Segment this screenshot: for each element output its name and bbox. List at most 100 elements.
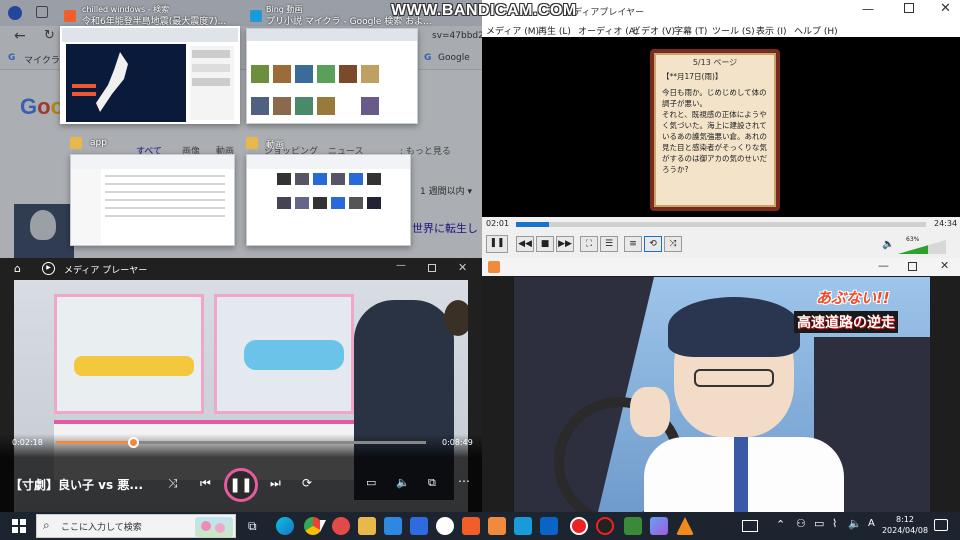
copilot-icon[interactable]: [650, 517, 668, 535]
windows-start-icon[interactable]: [12, 519, 26, 533]
brave-icon[interactable]: [462, 517, 480, 535]
menu-video[interactable]: ビデオ (V): [632, 24, 675, 37]
menu-media[interactable]: メディア (M): [486, 24, 539, 37]
file-explorer-icon[interactable]: [358, 517, 376, 535]
vlc-elapsed: 02:01: [486, 219, 510, 228]
pause-icon[interactable]: ❚❚: [224, 468, 258, 502]
clock-time: 8:12: [896, 515, 914, 524]
notification-icon[interactable]: [934, 519, 948, 531]
mail-icon[interactable]: [410, 517, 428, 535]
taskbar-search-box[interactable]: ⌕ ここに入力して検索: [36, 514, 236, 538]
task-view-icon[interactable]: ⧉: [248, 519, 257, 534]
previous-icon[interactable]: ⏮: [200, 476, 211, 491]
close-icon[interactable]: ✕: [940, 1, 951, 16]
maximize-icon[interactable]: [428, 264, 436, 272]
taskview-window-3[interactable]: [70, 154, 235, 246]
home-icon[interactable]: ⌂: [14, 262, 21, 275]
desktop: ← ↻ sv=47bbd2a G マイクラ G Google Goo すべて 画…: [0, 0, 960, 540]
speaker-icon[interactable]: 🔈: [882, 239, 894, 250]
next-icon[interactable]: ▶▶: [556, 236, 574, 252]
vlc-seekbar[interactable]: 02:01 24:34: [482, 217, 960, 231]
mp-seek-track[interactable]: [56, 437, 426, 448]
store-icon[interactable]: [384, 517, 402, 535]
recorder-icon[interactable]: [332, 517, 350, 535]
bandicam-watermark: WWW.BANDICAM.COM: [391, 2, 577, 19]
menu-tools[interactable]: ツール (S): [712, 24, 755, 37]
playlist-icon[interactable]: ≡: [624, 236, 642, 252]
pause-icon[interactable]: ❚❚: [486, 235, 508, 253]
chevron-up-icon[interactable]: ⌃: [776, 518, 785, 531]
captions-icon[interactable]: ▭: [366, 476, 376, 489]
more-options-icon[interactable]: ⋯: [458, 474, 470, 488]
miniplayer-icon[interactable]: ⧉: [428, 476, 436, 490]
loop-icon[interactable]: ⟲: [644, 236, 662, 252]
vlc-controls: ❚❚ ◀◀ ■ ▶▶ ⛶ ☰ ≡ ⟲ ⤨ 🔈 63%: [482, 231, 960, 258]
vlc-window: メディアプレイヤー — ✕ メディア (M) 再生 (L) オーディオ (A) …: [482, 0, 960, 258]
vlc-volume-label: 63%: [906, 236, 920, 243]
browser-window: ← ↻ sv=47bbd2a G マイクラ G Google Goo すべて 画…: [0, 0, 482, 258]
folder-icon: [246, 137, 258, 149]
maximize-icon[interactable]: [908, 262, 917, 271]
minimize-icon[interactable]: —: [862, 2, 874, 16]
taskview-title-4: 動画: [266, 141, 285, 151]
maximize-icon[interactable]: [904, 3, 914, 13]
vlc-video-area[interactable]: 5/13 ページ 【**月17日(雨)】 今日も雨か。じめじめして体の調子が悪い…: [482, 37, 960, 217]
screen-capture-icon[interactable]: [596, 517, 614, 535]
previous-icon[interactable]: ◀◀: [516, 236, 534, 252]
battery-icon[interactable]: ▭: [814, 517, 824, 530]
caption-title: 高速道路の逆走: [794, 311, 898, 333]
bing-icon: [250, 10, 262, 22]
close-icon[interactable]: ✕: [940, 259, 949, 272]
taskview-window-4[interactable]: [246, 154, 411, 246]
clock[interactable]: 8:12 2024/04/08: [880, 514, 930, 536]
vlc-icon[interactable]: [676, 517, 694, 535]
close-icon[interactable]: ✕: [458, 261, 467, 274]
network-icon[interactable]: ⌇: [832, 517, 837, 530]
stop-icon[interactable]: ■: [536, 236, 554, 252]
ime-indicator[interactable]: A: [868, 518, 875, 529]
minimize-icon[interactable]: —: [878, 259, 889, 272]
media-player-titlebar: ⌂ ▶ メディア プレーヤー — ✕: [0, 258, 482, 280]
media-player-icon: ▶: [42, 262, 55, 275]
repeat-icon[interactable]: ⟳: [302, 476, 312, 490]
display-icon[interactable]: [742, 520, 758, 532]
brave-icon: [64, 10, 76, 22]
diary-text: 今日も雨か。じめじめして体の調子が悪い。 それと、既視感の正体にようやく気づいた…: [662, 88, 767, 174]
search-highlight-icon: [195, 517, 233, 537]
media-player-legacy-icon[interactable]: [488, 517, 506, 535]
folder-icon: [70, 137, 82, 149]
fullscreen-icon[interactable]: ⛶: [580, 236, 598, 252]
menu-audio[interactable]: オーディオ (A): [578, 24, 638, 37]
shuffle-icon[interactable]: ⤨: [168, 476, 178, 491]
taskbar: ⌕ ここに入力して検索 ⧉ ⌃ ⚇ ▭ ⌇ 🔈 A 8:12 2024/04/0…: [0, 512, 960, 540]
people-icon[interactable]: ⚇: [796, 517, 806, 530]
minimize-icon[interactable]: —: [396, 260, 406, 271]
extended-settings-icon[interactable]: ☰: [600, 236, 618, 252]
taskview-window-2[interactable]: [246, 28, 418, 124]
photos-icon[interactable]: [514, 517, 532, 535]
search-icon: ⌕: [43, 518, 50, 532]
mp-total: 0:08:49: [442, 438, 473, 447]
menu-help[interactable]: ヘルプ (H): [794, 24, 838, 37]
volume-icon[interactable]: 🔈: [848, 517, 862, 530]
caption-warning: あぶない!!: [816, 289, 890, 307]
mp-seek-thumb[interactable]: [127, 437, 139, 448]
vlc-seek-track[interactable]: [516, 222, 926, 227]
media-player-icon[interactable]: [436, 517, 454, 535]
shuffle-icon[interactable]: ⤨: [664, 236, 682, 252]
menu-subtitle[interactable]: 字幕 (T): [674, 24, 707, 37]
media-player-title: メディア プレーヤー: [64, 266, 148, 276]
record-icon[interactable]: [570, 517, 588, 535]
volume-icon[interactable]: 🔈: [396, 476, 410, 489]
menu-playback[interactable]: 再生 (L): [538, 24, 571, 37]
search-placeholder: ここに入力して検索: [61, 523, 142, 533]
media-player-right-video[interactable]: あぶない!! 高速道路の逆走: [514, 277, 930, 512]
diary-date: 【**月17日(雨)】: [662, 72, 723, 81]
media-player-left: ⌂ ▶ メディア プレーヤー — ✕ 0:02:18 0:08:49 【寸劇】良…: [0, 258, 482, 514]
taskview-window-1[interactable]: [60, 26, 240, 124]
minecraft-icon[interactable]: [624, 517, 642, 535]
edge-icon[interactable]: [276, 517, 294, 535]
outlook-icon[interactable]: [540, 517, 558, 535]
next-icon[interactable]: ⏭: [270, 476, 281, 491]
menu-view[interactable]: 表示 (I): [756, 24, 787, 37]
